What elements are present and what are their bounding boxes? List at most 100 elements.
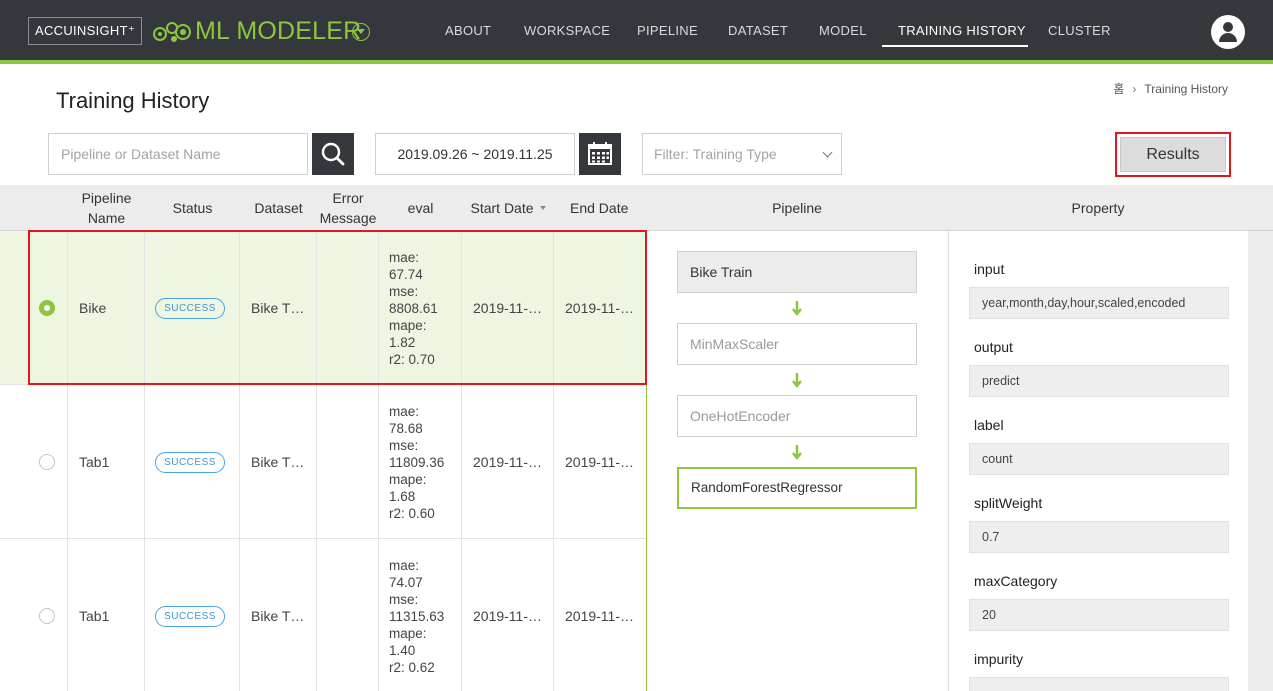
arrow-down-icon	[792, 445, 802, 461]
property-value: count	[969, 443, 1229, 475]
eval-line: 11809.36	[389, 454, 445, 470]
training-history-table: Bike SUCCESS Bike T… mae: 67.74 mse: 880…	[0, 231, 647, 691]
nav-model[interactable]: MODEL	[819, 0, 867, 62]
property-panel-header: Property	[1071, 200, 1125, 216]
property-panel: input year,month,day,hour,scaled,encoded…	[948, 231, 1248, 691]
row-start-date: 2019-11-…	[462, 539, 554, 691]
table-row[interactable]: Tab1 SUCCESS Bike T… mae: 78.68 mse: 118…	[0, 385, 646, 539]
app-switcher-caret-icon[interactable]	[352, 23, 370, 41]
eval-line: 8808.61	[389, 300, 438, 316]
nav-cluster[interactable]: CLUSTER	[1048, 0, 1111, 62]
status-badge: SUCCESS	[155, 297, 225, 319]
top-navbar: ACCUINSIGHT⁺ ML MODELER ABOUT WORKSPACE …	[0, 0, 1273, 64]
calendar-button[interactable]	[579, 133, 621, 175]
search-button[interactable]	[312, 133, 354, 175]
col-pipeline-name[interactable]: Pipeline Name	[68, 185, 145, 231]
property-label: maxCategory	[974, 573, 1058, 589]
pipeline-panel-header: Pipeline	[772, 200, 822, 216]
eval-line: mae:	[389, 557, 420, 573]
eval-line: 1.82	[389, 334, 416, 350]
date-range-field[interactable]: 2019.09.26 ~ 2019.11.25	[375, 133, 575, 175]
search-icon	[321, 142, 345, 166]
training-type-filter-placeholder: Filter: Training Type	[654, 146, 777, 162]
col-end-date[interactable]: End Date	[554, 185, 646, 231]
eval-line: mae:	[389, 249, 420, 265]
search-input[interactable]	[48, 133, 308, 175]
col-status[interactable]: Status	[145, 185, 240, 231]
col-eval[interactable]: eval	[379, 185, 462, 231]
brand-logo[interactable]: ACCUINSIGHT⁺	[28, 17, 142, 45]
row-pipeline-name: Tab1	[68, 385, 145, 539]
results-button[interactable]: Results	[1120, 137, 1226, 172]
nav-dataset[interactable]: DATASET	[728, 0, 788, 62]
row-pipeline-name: Bike	[68, 231, 145, 385]
nav-pipeline[interactable]: PIPELINE	[637, 0, 698, 62]
eval-line: mape:	[389, 625, 427, 641]
row-error-message	[317, 539, 379, 691]
col-error-message[interactable]: Error Message	[317, 185, 379, 231]
chevron-down-icon	[822, 147, 833, 158]
row-end-date: 2019-11-…	[565, 608, 635, 624]
breadcrumb-current: Training History	[1144, 82, 1228, 96]
row-dataset: Bike T…	[240, 231, 317, 385]
table-row[interactable]: Bike SUCCESS Bike T… mae: 67.74 mse: 880…	[0, 231, 646, 385]
eval-line: 11315.63	[389, 608, 445, 624]
row-dataset: Bike T…	[240, 385, 317, 539]
ml-modeler-logo-icon	[153, 22, 191, 42]
calendar-icon	[588, 142, 612, 165]
breadcrumb-home[interactable]: 홈	[1113, 82, 1124, 96]
row-eval: mae: 74.07 mse: 11315.63 mape: 1.40 r2: …	[379, 539, 462, 691]
eval-line: r2: 0.60	[389, 505, 435, 521]
eval-line: mse:	[389, 437, 419, 453]
status-badge: SUCCESS	[155, 605, 225, 627]
property-label: input	[974, 261, 1005, 277]
property-value	[969, 677, 1229, 691]
eval-line: 1.40	[389, 642, 416, 658]
nav-training-history[interactable]: TRAINING HISTORY	[898, 0, 1026, 62]
eval-line: mse:	[389, 591, 419, 607]
pipeline-node-selected[interactable]: RandomForestRegressor	[677, 467, 917, 509]
row-end-date: 2019-11-…	[565, 300, 635, 316]
eval-line: 1.68	[389, 488, 416, 504]
table-row[interactable]: Tab1 SUCCESS Bike T… mae: 74.07 mse: 113…	[0, 539, 646, 691]
eval-line: 78.68	[389, 420, 423, 436]
property-panel-gutter	[1248, 231, 1273, 691]
row-select-radio[interactable]	[39, 608, 55, 624]
row-dataset: Bike T…	[240, 539, 317, 691]
row-select-radio[interactable]	[39, 454, 55, 470]
eval-line: mse:	[389, 283, 419, 299]
pipeline-node[interactable]: OneHotEncoder	[677, 395, 917, 437]
pipeline-node[interactable]: MinMaxScaler	[677, 323, 917, 365]
nav-workspace[interactable]: WORKSPACE	[524, 0, 610, 62]
row-select-radio[interactable]	[39, 300, 55, 316]
eval-line: mape:	[389, 471, 427, 487]
page-title: Training History	[56, 88, 210, 113]
row-error-message	[317, 385, 379, 539]
chevron-right-icon: ›	[1132, 82, 1137, 96]
row-error-message	[317, 231, 379, 385]
sort-desc-icon[interactable]	[539, 206, 546, 210]
col-dataset[interactable]: Dataset	[240, 185, 317, 231]
pipeline-node-dataset[interactable]: Bike Train	[677, 251, 917, 293]
nav-about[interactable]: ABOUT	[445, 0, 491, 62]
property-value: 0.7	[969, 521, 1229, 553]
training-type-filter[interactable]: Filter: Training Type	[642, 133, 842, 175]
property-value: 20	[969, 599, 1229, 631]
pipeline-panel: Bike Train MinMaxScaler OneHotEncoder Ra…	[647, 231, 947, 691]
row-pipeline-name: Tab1	[68, 539, 145, 691]
eval-line: r2: 0.70	[389, 351, 435, 367]
results-button-highlight: Results	[1115, 132, 1231, 177]
property-label: label	[974, 417, 1004, 433]
eval-line: r2: 0.62	[389, 659, 435, 675]
property-value: predict	[969, 365, 1229, 397]
eval-line: 67.74	[389, 266, 423, 282]
row-start-date: 2019-11-…	[462, 231, 554, 385]
active-nav-underline	[882, 45, 1028, 47]
user-account-icon[interactable]	[1211, 15, 1245, 49]
col-start-date[interactable]: Start Date	[462, 185, 554, 231]
status-badge: SUCCESS	[155, 451, 225, 473]
property-value: year,month,day,hour,scaled,encoded	[969, 287, 1229, 319]
app-name: ML MODELER	[195, 17, 362, 45]
eval-line: 74.07	[389, 574, 423, 590]
row-start-date: 2019-11-…	[462, 385, 554, 539]
